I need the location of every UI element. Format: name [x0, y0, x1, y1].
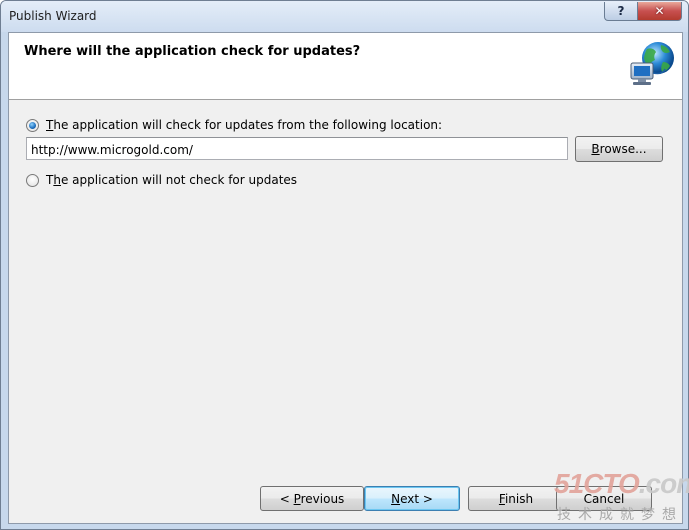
page-title: Where will the application check for upd… [24, 44, 361, 59]
radio-check-updates[interactable]: The application will check for updates f… [26, 118, 442, 132]
update-location-input[interactable] [26, 137, 568, 160]
finish-button-label: Finish [498, 491, 534, 506]
finish-button[interactable]: Finish [468, 486, 564, 511]
help-button[interactable]: ? [604, 2, 638, 21]
title-bar[interactable]: Publish Wizard ? ✕ [1, 1, 688, 32]
next-button[interactable]: Next > [364, 486, 460, 511]
close-icon: ✕ [654, 4, 665, 18]
previous-button[interactable]: < Previous [260, 486, 364, 511]
radio-button-unchecked[interactable] [26, 173, 39, 187]
radio-no-updates[interactable]: The application will not check for updat… [26, 173, 297, 187]
cancel-button-label: Cancel [583, 491, 625, 506]
wizard-header: Where will the application check for upd… [9, 33, 682, 100]
next-button-label: Next > [391, 491, 433, 506]
radio-check-updates-label: The application will check for updates f… [46, 118, 443, 132]
window-title: Publish Wizard [9, 9, 97, 23]
globe-network-icon [630, 42, 674, 85]
radio-button-checked[interactable] [26, 118, 39, 132]
help-icon: ? [617, 4, 625, 18]
publish-wizard-window: Publish Wizard ? ✕ Where will the applic… [0, 0, 689, 530]
browse-button[interactable]: Browse... [575, 136, 663, 162]
close-button[interactable]: ✕ [637, 2, 682, 21]
radio-no-updates-label: The application will not check for updat… [46, 173, 298, 187]
previous-button-label: < Previous [279, 491, 345, 506]
cancel-button[interactable]: Cancel [556, 486, 652, 511]
wizard-page: Where will the application check for upd… [8, 32, 683, 524]
browse-button-label: Browse... [591, 142, 647, 156]
